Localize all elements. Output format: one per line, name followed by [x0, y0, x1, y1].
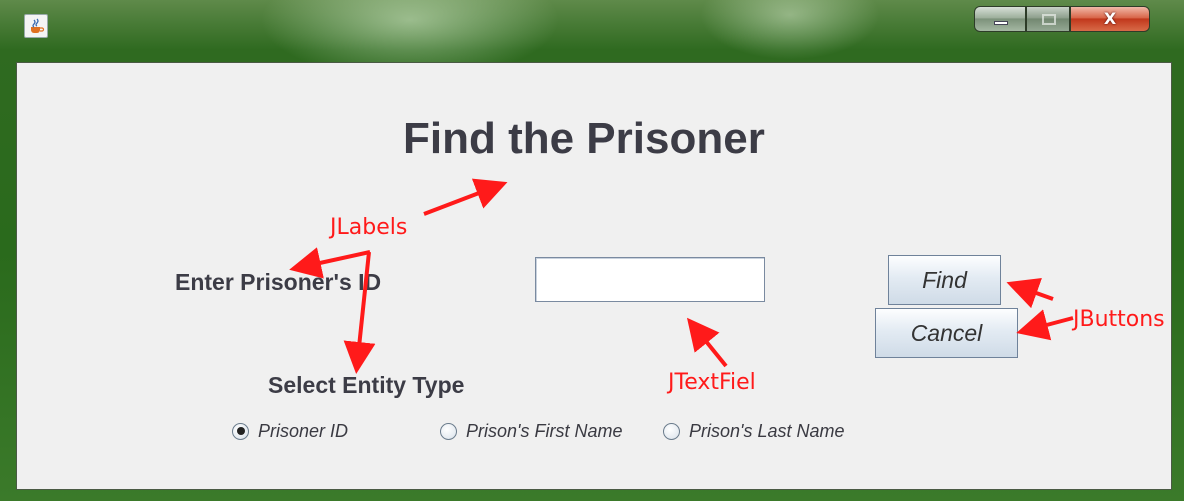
radio-option-first-name[interactable]: Prison's First Name [440, 418, 622, 444]
annotation-jtextfield: JTextFiel [668, 370, 756, 395]
prisoner-id-label: Enter Prisoner's ID [175, 269, 382, 295]
radio-label: Prison's Last Name [689, 420, 845, 441]
minimize-button[interactable] [974, 6, 1026, 32]
entity-type-label: Select Entity Type [268, 372, 465, 398]
cancel-button[interactable]: Cancel [875, 308, 1018, 358]
radio-label: Prison's First Name [466, 420, 623, 441]
maximize-button[interactable] [1026, 6, 1070, 32]
radio-option-prisoner-id[interactable]: Prisoner ID [232, 418, 348, 444]
frame-glow [700, 0, 880, 60]
close-icon: X [1103, 9, 1117, 28]
radio-button[interactable] [440, 422, 457, 440]
minimize-icon [994, 21, 1008, 25]
caption-buttons: X [974, 6, 1170, 36]
page-title: Find the Prisoner [403, 114, 765, 163]
radio-option-last-name[interactable]: Prison's Last Name [663, 418, 845, 444]
radio-button[interactable] [663, 422, 680, 440]
annotation-jlabels: JLabels [330, 215, 408, 240]
annotation-jbuttons: JButtons [1073, 307, 1165, 332]
prisoner-id-input[interactable] [535, 257, 765, 302]
maximize-icon [1042, 14, 1056, 25]
radio-label: Prisoner ID [258, 420, 349, 441]
java-cup-icon[interactable] [24, 14, 48, 38]
find-button[interactable]: Find [888, 255, 1001, 305]
close-button[interactable]: X [1070, 6, 1150, 32]
radio-button[interactable] [232, 422, 249, 440]
